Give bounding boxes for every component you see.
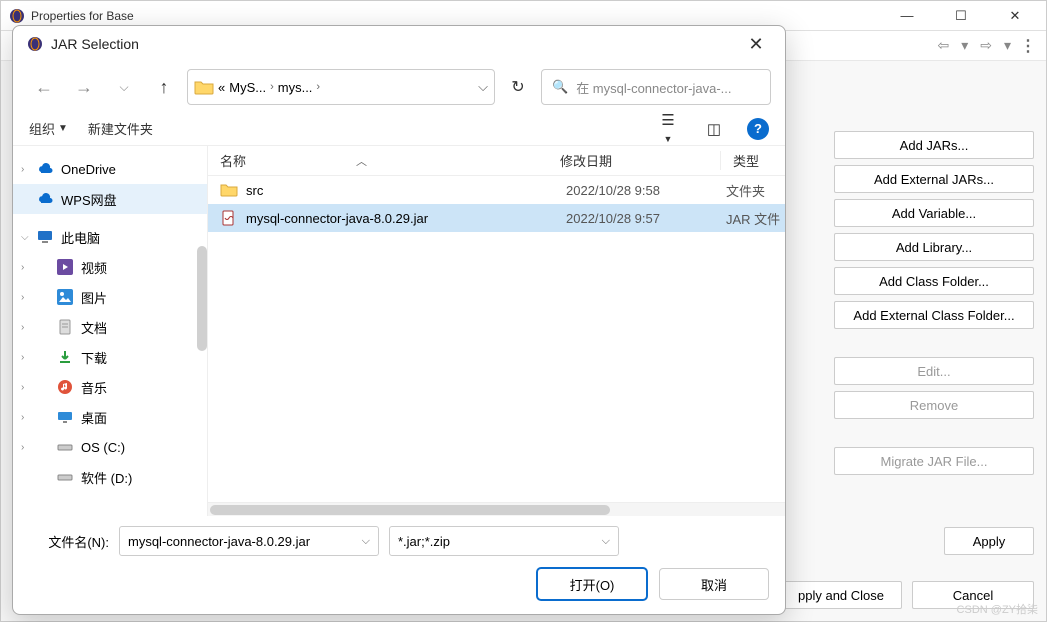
- download-icon: [57, 349, 73, 365]
- chevron-right-icon: ›: [270, 81, 274, 93]
- column-date[interactable]: 修改日期: [560, 151, 720, 170]
- list-item[interactable]: mysql-connector-java-8.0.29.jar 2022/10/…: [208, 204, 785, 232]
- refresh-button[interactable]: ↻: [501, 77, 535, 97]
- search-placeholder: 在 mysql-connector-java-...: [576, 78, 731, 97]
- window-title: Properties for Base: [31, 9, 884, 23]
- monitor-icon: [37, 229, 53, 245]
- nav-drive-d[interactable]: 软件 (D:): [13, 462, 207, 492]
- eclipse-icon: [27, 36, 43, 52]
- help-icon[interactable]: ?: [747, 118, 769, 140]
- nav-thispc[interactable]: ⌵ 此电脑: [13, 222, 207, 252]
- drive-icon: [57, 469, 73, 485]
- add-library-button[interactable]: Add Library...: [834, 233, 1034, 261]
- chevron-right-icon[interactable]: ›: [21, 164, 24, 175]
- forward-arrow-icon[interactable]: ⇨: [977, 37, 995, 54]
- file-type-filter[interactable]: *.jar;*.zip ⌵: [389, 526, 619, 556]
- nav-music[interactable]: › 音乐: [13, 372, 207, 402]
- scrollbar-thumb[interactable]: [197, 246, 207, 351]
- dropdown-icon[interactable]: ▾: [958, 37, 971, 54]
- document-icon: [57, 319, 73, 335]
- folder-icon: [194, 79, 214, 95]
- breadcrumb[interactable]: « MyS... › mys... › ⌵: [187, 69, 495, 105]
- picture-icon: [57, 289, 73, 305]
- eclipse-icon: [9, 8, 25, 24]
- chevron-down-icon[interactable]: ⌵: [21, 232, 29, 243]
- close-icon[interactable]: ✕: [741, 34, 771, 55]
- nav-onedrive[interactable]: › OneDrive: [13, 154, 207, 184]
- nav-forward-button: →: [67, 70, 101, 104]
- maximize-button[interactable]: ☐: [938, 1, 984, 31]
- new-folder-button[interactable]: 新建文件夹: [88, 119, 153, 138]
- dropdown-icon[interactable]: ▾: [1001, 37, 1014, 54]
- jar-icon: [220, 210, 238, 226]
- chevron-down-icon: ⌵: [602, 535, 610, 548]
- navigation-pane[interactable]: › OneDrive WPS网盘 ⌵ 此电脑 › 视频 ›: [13, 146, 208, 516]
- chevron-down-icon: ⌵: [362, 535, 370, 548]
- add-external-class-folder-button[interactable]: Add External Class Folder...: [834, 301, 1034, 329]
- remove-button: Remove: [834, 391, 1034, 419]
- cloud-icon: [37, 161, 53, 177]
- video-icon: [57, 259, 73, 275]
- chevron-right-icon[interactable]: ›: [21, 442, 24, 453]
- drive-icon: [57, 439, 73, 455]
- nav-wps[interactable]: WPS网盘: [13, 184, 207, 214]
- breadcrumb-seg1[interactable]: MyS...: [229, 80, 266, 95]
- watermark: CSDN @ZY拾柒: [957, 601, 1038, 617]
- folder-icon: [220, 182, 238, 198]
- filename-label: 文件名(N):: [29, 532, 109, 551]
- chevron-right-icon[interactable]: ›: [21, 352, 24, 363]
- column-name[interactable]: 名称︿: [220, 151, 560, 170]
- nav-back-button[interactable]: ←: [27, 70, 61, 104]
- open-button[interactable]: 打开(O): [537, 568, 647, 600]
- search-input[interactable]: 🔍 在 mysql-connector-java-...: [541, 69, 771, 105]
- chevron-right-icon: ›: [316, 81, 320, 93]
- back-arrow-icon[interactable]: ⇦: [934, 37, 952, 54]
- view-list-icon[interactable]: ☰ ▼: [655, 111, 681, 146]
- chevron-right-icon[interactable]: ›: [21, 412, 24, 423]
- column-type[interactable]: 类型: [720, 151, 780, 170]
- minimize-button[interactable]: —: [884, 1, 930, 31]
- chevron-right-icon[interactable]: ›: [21, 262, 24, 273]
- apply-button[interactable]: Apply: [944, 527, 1034, 555]
- add-class-folder-button[interactable]: Add Class Folder...: [834, 267, 1034, 295]
- organize-menu[interactable]: 组织▼: [29, 119, 68, 138]
- nav-drive-c[interactable]: › OS (C:): [13, 432, 207, 462]
- add-variable-button[interactable]: Add Variable...: [834, 199, 1034, 227]
- nav-downloads[interactable]: › 下载: [13, 342, 207, 372]
- dialog-title: JAR Selection: [51, 36, 741, 52]
- breadcrumb-seg2[interactable]: mys...: [278, 80, 313, 95]
- chevron-right-icon[interactable]: ›: [21, 322, 24, 333]
- nav-recent-dropdown[interactable]: ⌵: [107, 70, 141, 104]
- horizontal-scrollbar[interactable]: [208, 502, 785, 516]
- file-list: 名称︿ 修改日期 类型 src 2022/10/28 9:58 文件夹 mysq…: [208, 146, 785, 516]
- filename-input[interactable]: mysql-connector-java-8.0.29.jar ⌵: [119, 526, 379, 556]
- search-icon: 🔍: [552, 79, 568, 95]
- music-icon: [57, 379, 73, 395]
- nav-documents[interactable]: › 文档: [13, 312, 207, 342]
- nav-pictures[interactable]: › 图片: [13, 282, 207, 312]
- jar-selection-dialog: JAR Selection ✕ ← → ⌵ ↑ « MyS... › mys..…: [12, 25, 786, 615]
- nav-desktop[interactable]: › 桌面: [13, 402, 207, 432]
- add-jars-button[interactable]: Add JARs...: [834, 131, 1034, 159]
- list-item[interactable]: src 2022/10/28 9:58 文件夹: [208, 176, 785, 204]
- sort-asc-icon: ︿: [356, 153, 367, 169]
- apply-and-close-button[interactable]: pply and Close: [780, 581, 902, 609]
- cloud-icon: [37, 191, 53, 207]
- nav-up-button[interactable]: ↑: [147, 70, 181, 104]
- chevron-right-icon[interactable]: ›: [21, 382, 24, 393]
- nav-videos[interactable]: › 视频: [13, 252, 207, 282]
- breadcrumb-prefix: «: [218, 80, 225, 95]
- cancel-button[interactable]: 取消: [659, 568, 769, 600]
- desktop-icon: [57, 409, 73, 425]
- preview-pane-icon[interactable]: ◫: [701, 120, 727, 138]
- chevron-right-icon[interactable]: ›: [21, 292, 24, 303]
- add-external-jars-button[interactable]: Add External JARs...: [834, 165, 1034, 193]
- chevron-down-icon[interactable]: ⌵: [478, 79, 488, 95]
- close-button[interactable]: ✕: [992, 1, 1038, 31]
- migrate-jar-button: Migrate JAR File...: [834, 447, 1034, 475]
- edit-button: Edit...: [834, 357, 1034, 385]
- menu-dots-icon[interactable]: ⋮: [1020, 36, 1036, 56]
